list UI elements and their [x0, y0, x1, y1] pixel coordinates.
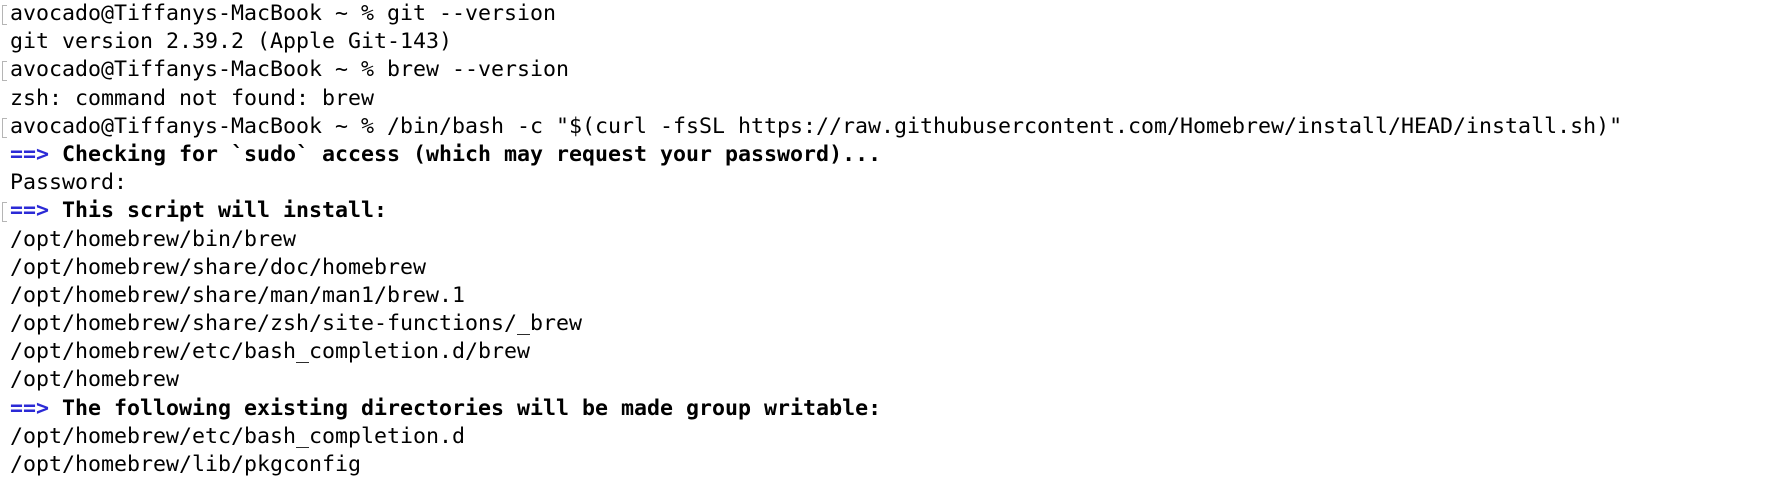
arrow-marker: ==> — [10, 395, 50, 421]
terminal-line-output: zsh: command not found: brew — [10, 85, 1782, 113]
terminal-line-heading: ==> This script will install: — [2, 197, 1782, 225]
line-mark-icon — [2, 117, 7, 138]
output-text: /opt/homebrew/lib/pkgconfig — [10, 452, 362, 477]
terminal-line-heading: ==> Checking for `sudo` access (which ma… — [10, 141, 1782, 169]
heading-text: Checking for `sudo` access (which may re… — [62, 141, 882, 167]
terminal-line-output: /opt/homebrew/lib/pkgconfig — [10, 451, 1782, 479]
output-text: /opt/homebrew/etc/bash_completion.d — [10, 423, 466, 449]
terminal-line-heading: ==> The following existing directories w… — [10, 395, 1782, 423]
output-text: Password: — [10, 170, 128, 196]
output-text: /opt/homebrew/bin/brew — [10, 226, 297, 252]
shell-prompt: avocado@Tiffanys-MacBook ~ % — [10, 113, 388, 139]
output-text: /opt/homebrew/share/doc/homebrew — [10, 254, 427, 280]
line-mark-icon — [2, 61, 7, 82]
line-mark-icon — [2, 202, 7, 223]
terminal-line-command: avocado@Tiffanys-MacBook ~ % git --versi… — [2, 0, 1782, 28]
arrow-marker: ==> — [10, 141, 50, 167]
shell-prompt: avocado@Tiffanys-MacBook ~ % — [10, 1, 388, 26]
arrow-marker: ==> — [10, 198, 50, 224]
terminal-output: avocado@Tiffanys-MacBook ~ % git --versi… — [2, 0, 1782, 479]
terminal-line-output: Password: — [10, 169, 1782, 197]
terminal-line-output: /opt/homebrew/etc/bash_completion.d — [10, 423, 1782, 451]
terminal-line-output: /opt/homebrew/bin/brew — [10, 226, 1782, 254]
output-text: zsh: command not found: brew — [10, 85, 375, 111]
terminal-line-output: /opt/homebrew — [10, 366, 1782, 394]
output-text: /opt/homebrew/etc/bash_completion.d/brew — [10, 339, 531, 365]
shell-prompt: avocado@Tiffanys-MacBook ~ % — [10, 57, 388, 83]
output-text: /opt/homebrew/share/zsh/site-functions/_… — [10, 311, 583, 337]
terminal-line-command: avocado@Tiffanys-MacBook ~ % brew --vers… — [2, 56, 1782, 84]
terminal-line-output: /opt/homebrew/share/doc/homebrew — [10, 254, 1782, 282]
output-text: git version 2.39.2 (Apple Git-143) — [10, 29, 453, 55]
terminal-line-command: avocado@Tiffanys-MacBook ~ % /bin/bash -… — [2, 113, 1782, 141]
output-text: /opt/homebrew — [10, 367, 180, 393]
terminal-line-output: /opt/homebrew/share/man/man1/brew.1 — [10, 282, 1782, 310]
heading-text: This script will install: — [62, 198, 388, 224]
terminal-line-output: /opt/homebrew/etc/bash_completion.d/brew — [10, 338, 1782, 366]
heading-text: The following existing directories will … — [62, 395, 882, 421]
terminal-line-output: /opt/homebrew/share/zsh/site-functions/_… — [10, 310, 1782, 338]
command-text: brew --version — [387, 57, 570, 83]
terminal-window[interactable]: avocado@Tiffanys-MacBook ~ % git --versi… — [0, 0, 1782, 480]
terminal-line-output: git version 2.39.2 (Apple Git-143) — [10, 28, 1782, 56]
output-text: /opt/homebrew/share/man/man1/brew.1 — [10, 282, 466, 308]
command-text: /bin/bash -c "$(curl -fsSL https://raw.g… — [387, 113, 1623, 139]
command-text: git --version — [387, 1, 557, 26]
line-mark-icon — [2, 5, 7, 25]
